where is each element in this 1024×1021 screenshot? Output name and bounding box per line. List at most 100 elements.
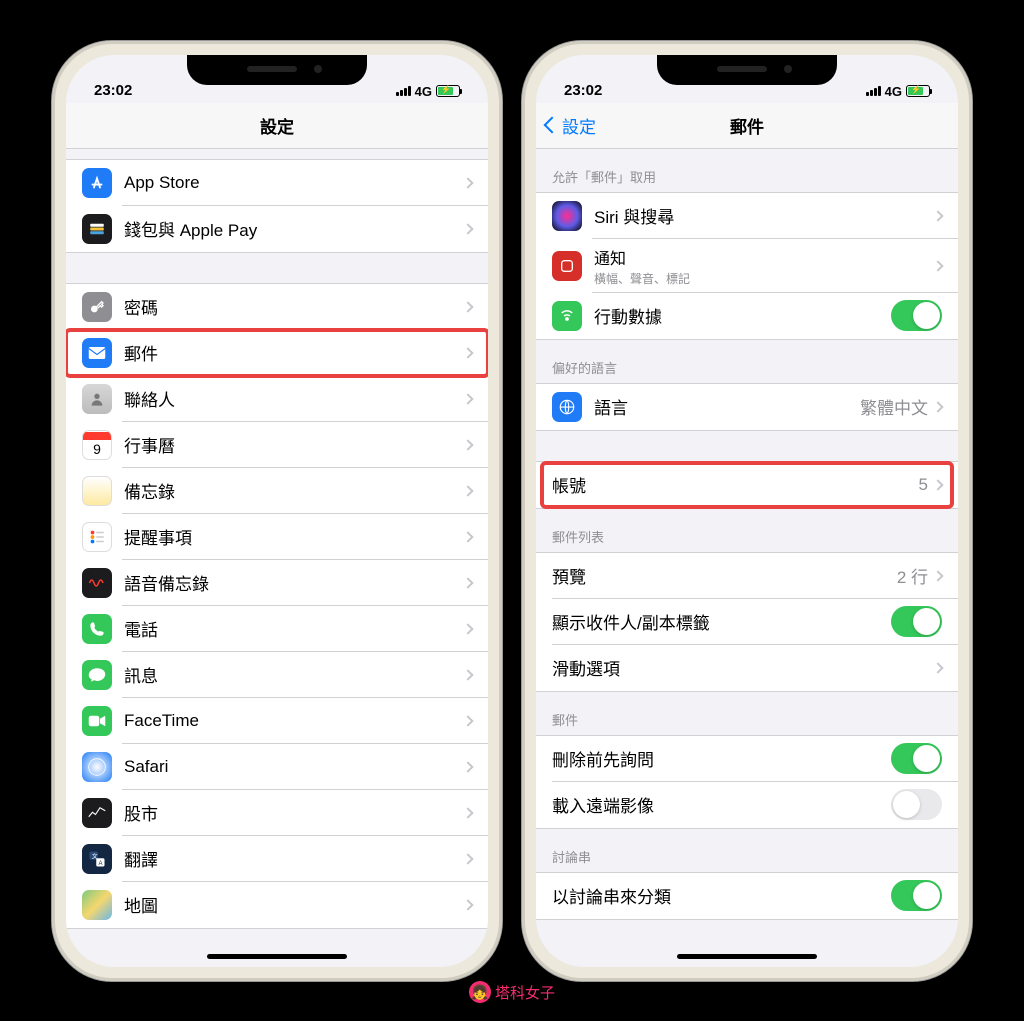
row-label: 地圖 xyxy=(124,892,464,917)
svg-text:A: A xyxy=(99,861,103,867)
globe-icon xyxy=(552,392,582,422)
row-calendar[interactable]: 9 行事曆 xyxy=(66,422,488,468)
row-notes[interactable]: 備忘錄 xyxy=(66,468,488,514)
nav-bar: 設定 xyxy=(66,103,488,149)
contacts-icon xyxy=(82,384,112,414)
row-passwords[interactable]: 密碼 xyxy=(66,284,488,330)
content[interactable]: App Store 錢包與 Apple Pay 密碼 xyxy=(66,149,488,967)
switch-askdelete[interactable] xyxy=(891,743,942,774)
switch-thread[interactable] xyxy=(891,880,942,911)
chevron-icon xyxy=(932,479,943,490)
content[interactable]: 允許「郵件」取用 Siri 與搜尋 通知 橫幅、聲音、標記 xyxy=(536,149,958,967)
row-translate[interactable]: 文A 翻譯 xyxy=(66,836,488,882)
row-showto[interactable]: 顯示收件人/副本標籤 xyxy=(536,599,958,645)
row-label: 預覽 xyxy=(552,563,897,588)
translate-icon: 文A xyxy=(82,844,112,874)
row-label: 語音備忘錄 xyxy=(124,570,464,595)
watermark-text: 塔科女子 xyxy=(495,982,555,1003)
row-label: 通知 xyxy=(594,245,934,269)
phone-left-screen: 23:02 4G 設定 App Store xyxy=(66,55,488,967)
watermark: 👧 塔科女子 xyxy=(469,981,555,1003)
page-title: 設定 xyxy=(260,113,294,138)
row-phone[interactable]: 電話 xyxy=(66,606,488,652)
chevron-icon xyxy=(462,439,473,450)
chevron-icon xyxy=(462,715,473,726)
chevron-icon xyxy=(932,570,943,581)
row-label: 行事曆 xyxy=(124,432,464,457)
row-cellular[interactable]: 行動數據 xyxy=(536,293,958,339)
signal-icon xyxy=(396,86,411,96)
network-label: 4G xyxy=(415,84,432,99)
row-voicememos[interactable]: 語音備忘錄 xyxy=(66,560,488,606)
messages-icon xyxy=(82,660,112,690)
section-mail: 郵件 xyxy=(536,692,958,735)
chevron-icon xyxy=(462,853,473,864)
chevron-icon xyxy=(932,662,943,673)
row-preview[interactable]: 預覽 2 行 xyxy=(536,553,958,599)
row-appstore[interactable]: App Store xyxy=(66,160,488,206)
chevron-icon xyxy=(462,347,473,358)
facetime-icon xyxy=(82,706,112,736)
siri-icon xyxy=(552,201,582,231)
chevron-icon xyxy=(462,485,473,496)
row-thread[interactable]: 以討論串來分類 xyxy=(536,873,958,919)
row-siri[interactable]: Siri 與搜尋 xyxy=(536,193,958,239)
battery-icon xyxy=(436,85,460,97)
maps-icon xyxy=(82,890,112,920)
home-indicator[interactable] xyxy=(677,954,817,959)
row-wallet[interactable]: 錢包與 Apple Pay xyxy=(66,206,488,252)
home-indicator[interactable] xyxy=(207,954,347,959)
section-allow: 允許「郵件」取用 xyxy=(536,149,958,192)
row-contacts[interactable]: 聯絡人 xyxy=(66,376,488,422)
row-maps[interactable]: 地圖 xyxy=(66,882,488,928)
section-thread: 討論串 xyxy=(536,829,958,872)
row-label: Safari xyxy=(124,757,464,777)
chevron-icon xyxy=(462,807,473,818)
row-detail: 繁體中文 xyxy=(860,394,928,419)
chevron-icon xyxy=(462,669,473,680)
status-right: 4G xyxy=(866,84,930,99)
row-askdelete[interactable]: 刪除前先詢問 xyxy=(536,736,958,782)
chevron-icon xyxy=(462,531,473,542)
stocks-icon xyxy=(82,798,112,828)
wallet-icon xyxy=(82,214,112,244)
row-notifications[interactable]: 通知 橫幅、聲音、標記 xyxy=(536,239,958,293)
phone-right: 23:02 4G 設定 郵件 允許「郵件」取用 Siri 與搜尋 xyxy=(522,41,972,981)
switch-cellular[interactable] xyxy=(891,300,942,331)
row-label: 刪除前先詢問 xyxy=(552,746,891,771)
row-sub: 橫幅、聲音、標記 xyxy=(594,270,934,287)
row-stocks[interactable]: 股市 xyxy=(66,790,488,836)
row-accounts[interactable]: 帳號 5 xyxy=(536,462,958,508)
mail-icon xyxy=(82,338,112,368)
row-label: 錢包與 Apple Pay xyxy=(124,216,464,241)
row-mail[interactable]: 郵件 xyxy=(66,330,488,376)
row-swipe[interactable]: 滑動選項 xyxy=(536,645,958,691)
chevron-icon xyxy=(462,223,473,234)
chevron-icon xyxy=(462,301,473,312)
row-messages[interactable]: 訊息 xyxy=(66,652,488,698)
reminders-icon xyxy=(82,522,112,552)
switch-loadremote[interactable] xyxy=(891,789,942,820)
row-reminders[interactable]: 提醒事項 xyxy=(66,514,488,560)
back-button[interactable]: 設定 xyxy=(546,113,596,138)
notch xyxy=(657,55,837,85)
row-label: 翻譯 xyxy=(124,846,464,871)
nav-bar: 設定 郵件 xyxy=(536,103,958,149)
voicememos-icon xyxy=(82,568,112,598)
row-safari[interactable]: Safari xyxy=(66,744,488,790)
row-label: 帳號 xyxy=(552,472,919,497)
row-body: 通知 橫幅、聲音、標記 xyxy=(594,245,934,287)
chevron-icon xyxy=(932,401,943,412)
row-facetime[interactable]: FaceTime xyxy=(66,698,488,744)
row-label: App Store xyxy=(124,173,464,193)
back-label: 設定 xyxy=(562,113,596,138)
row-loadremote[interactable]: 載入遠端影像 xyxy=(536,782,958,828)
phone-icon xyxy=(82,614,112,644)
row-language[interactable]: 語言 繁體中文 xyxy=(536,384,958,430)
chevron-icon xyxy=(462,761,473,772)
notes-icon xyxy=(82,476,112,506)
switch-showto[interactable] xyxy=(891,606,942,637)
row-label: 股市 xyxy=(124,800,464,825)
row-label: 滑動選項 xyxy=(552,655,934,680)
chevron-icon xyxy=(462,177,473,188)
